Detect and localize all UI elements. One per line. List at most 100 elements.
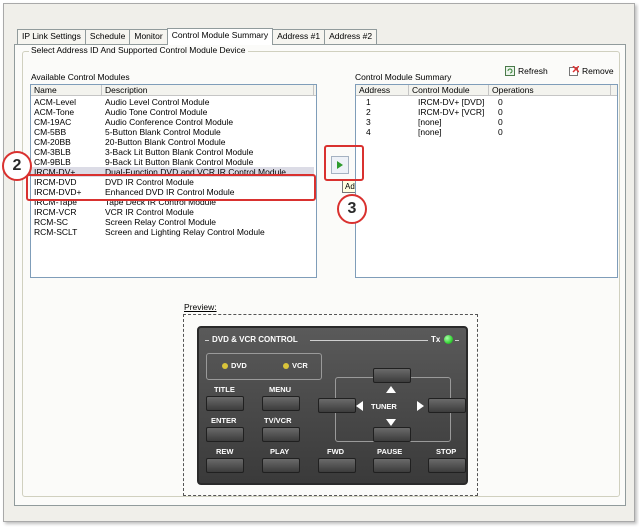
panel-rule [205, 340, 209, 341]
list-item[interactable]: CM-5BB 5-Button Blank Control Module [31, 127, 314, 137]
list-item[interactable]: CM-20BB 20-Button Blank Control Module [31, 137, 314, 147]
column-header-address[interactable]: Address [356, 85, 409, 95]
stop-button [428, 458, 466, 473]
play-label: PLAY [270, 447, 290, 456]
list-item[interactable]: RCM-SCLT Screen and Lighting Relay Contro… [31, 227, 314, 237]
item-name: CM-3BLB [34, 147, 71, 157]
vcr-led-icon [283, 363, 289, 369]
item-description: Screen and Lighting Relay Control Module [105, 227, 265, 237]
list-item[interactable]: ACM-Level Audio Level Control Module [31, 97, 314, 107]
item-description: Audio Level Control Module [105, 97, 210, 107]
tab-monitor[interactable]: Monitor [129, 29, 168, 44]
fwd-label: FWD [327, 447, 345, 456]
item-description: 3-Back Lit Button Blank Control Module [105, 147, 254, 157]
vcr-label: VCR [292, 361, 308, 370]
tuner-down-button [373, 427, 411, 442]
cell-control-module: [none] [418, 127, 442, 137]
cell-control-module: IRCM-DV+ [VCR] [418, 107, 485, 117]
tab-address-1[interactable]: Address #1 [272, 29, 326, 44]
list-item[interactable]: ACM-Tone Audio Tone Control Module [31, 107, 314, 117]
item-description: 5-Button Blank Control Module [105, 127, 221, 137]
item-name: CM-9BLB [34, 157, 71, 167]
callout-number-2: 2 [2, 151, 32, 181]
tv-vcr-button [262, 427, 300, 442]
cell-operations: 0 [498, 97, 503, 107]
tuner-label: TUNER [371, 402, 397, 411]
table-row[interactable]: 2 IRCM-DV+ [VCR] 0 [356, 107, 615, 117]
list-item[interactable]: RCM-SC Screen Relay Control Module [31, 217, 314, 227]
tuner-up-button [373, 368, 411, 383]
arrow-up-icon [386, 386, 396, 393]
menu-button [262, 396, 300, 411]
remove-button[interactable]: Remove [569, 66, 614, 76]
rew-button [206, 458, 244, 473]
enter-label: ENTER [211, 416, 237, 425]
play-button [262, 458, 300, 473]
summary-list[interactable]: Address Control Module Operations 1 IRCM-… [355, 84, 618, 278]
refresh-label: Refresh [518, 66, 548, 76]
fwd-button [318, 458, 356, 473]
menu-label: MENU [269, 385, 292, 394]
tab-control-module-summary[interactable]: Control Module Summary [166, 28, 274, 45]
item-name: ACM-Level [34, 97, 77, 107]
refresh-button[interactable]: Refresh [505, 66, 548, 76]
tab-address-2[interactable]: Address #2 [324, 29, 378, 44]
tx-label: Tx [431, 335, 441, 344]
callout-highlight-row [26, 174, 316, 201]
item-description: Audio Tone Control Module [105, 107, 208, 117]
available-list-header: Name Description [31, 85, 316, 96]
item-name: IRCM-VCR [34, 207, 77, 217]
table-row[interactable]: 1 IRCM-DV+ [DVD] 0 [356, 97, 615, 107]
dvd-label: DVD [231, 361, 247, 370]
title-button [206, 396, 244, 411]
tuner-right-button [428, 398, 466, 413]
dvd-led-icon [222, 363, 228, 369]
item-name: CM-20BB [34, 137, 71, 147]
table-row[interactable]: 3 [none] 0 [356, 117, 615, 127]
remove-icon [569, 66, 579, 76]
tuner-left-button [318, 398, 356, 413]
available-modules-label: Available Control Modules [31, 72, 130, 82]
list-item[interactable]: IRCM-VCR VCR IR Control Module [31, 207, 314, 217]
panel-title: DVD & VCR CONTROL [212, 335, 298, 344]
column-header-operations[interactable]: Operations [489, 85, 611, 95]
item-description: 9-Back Lit Button Blank Control Module [105, 157, 254, 167]
cell-control-module: [none] [418, 117, 442, 127]
callout-number-3: 3 [337, 194, 367, 224]
tab-schedule[interactable]: Schedule [84, 29, 131, 44]
tab-ip-link-settings[interactable]: IP Link Settings [17, 29, 86, 44]
item-name: ACM-Tone [34, 107, 75, 117]
summary-list-header: Address Control Module Operations [356, 85, 617, 96]
item-name: CM-5BB [34, 127, 67, 137]
column-header-description[interactable]: Description [102, 85, 314, 95]
panel-rule [310, 340, 428, 341]
enter-button [206, 427, 244, 442]
list-item[interactable]: CM-19AC Audio Conference Control Module [31, 117, 314, 127]
column-header-control-module[interactable]: Control Module [409, 85, 489, 95]
title-label: TITLE [214, 385, 235, 394]
cell-operations: 0 [498, 127, 503, 137]
cell-address: 3 [366, 117, 371, 127]
rew-label: REW [216, 447, 234, 456]
item-name: RCM-SC [34, 217, 68, 227]
tab-strip: IP Link Settings Schedule Monitor Contro… [17, 28, 378, 45]
arrow-left-icon [356, 401, 363, 411]
tx-led-icon [444, 335, 453, 344]
item-name: RCM-SCLT [34, 227, 78, 237]
callout-highlight-add [324, 145, 364, 181]
arrow-right-icon [417, 401, 424, 411]
cell-operations: 0 [498, 117, 503, 127]
tv-vcr-label: TV/VCR [264, 416, 292, 425]
preview-label: Preview: [184, 302, 217, 312]
arrow-down-icon [386, 419, 396, 426]
list-item[interactable]: CM-3BLB 3-Back Lit Button Blank Control M… [31, 147, 314, 157]
cell-control-module: IRCM-DV+ [DVD] [418, 97, 485, 107]
pause-button [373, 458, 411, 473]
stop-label: STOP [436, 447, 457, 456]
item-description: 20-Button Blank Control Module [105, 137, 226, 147]
column-header-name[interactable]: Name [31, 85, 102, 95]
list-item[interactable]: CM-9BLB 9-Back Lit Button Blank Control M… [31, 157, 314, 167]
cell-operations: 0 [498, 107, 503, 117]
item-description: Audio Conference Control Module [105, 117, 234, 127]
table-row[interactable]: 4 [none] 0 [356, 127, 615, 137]
